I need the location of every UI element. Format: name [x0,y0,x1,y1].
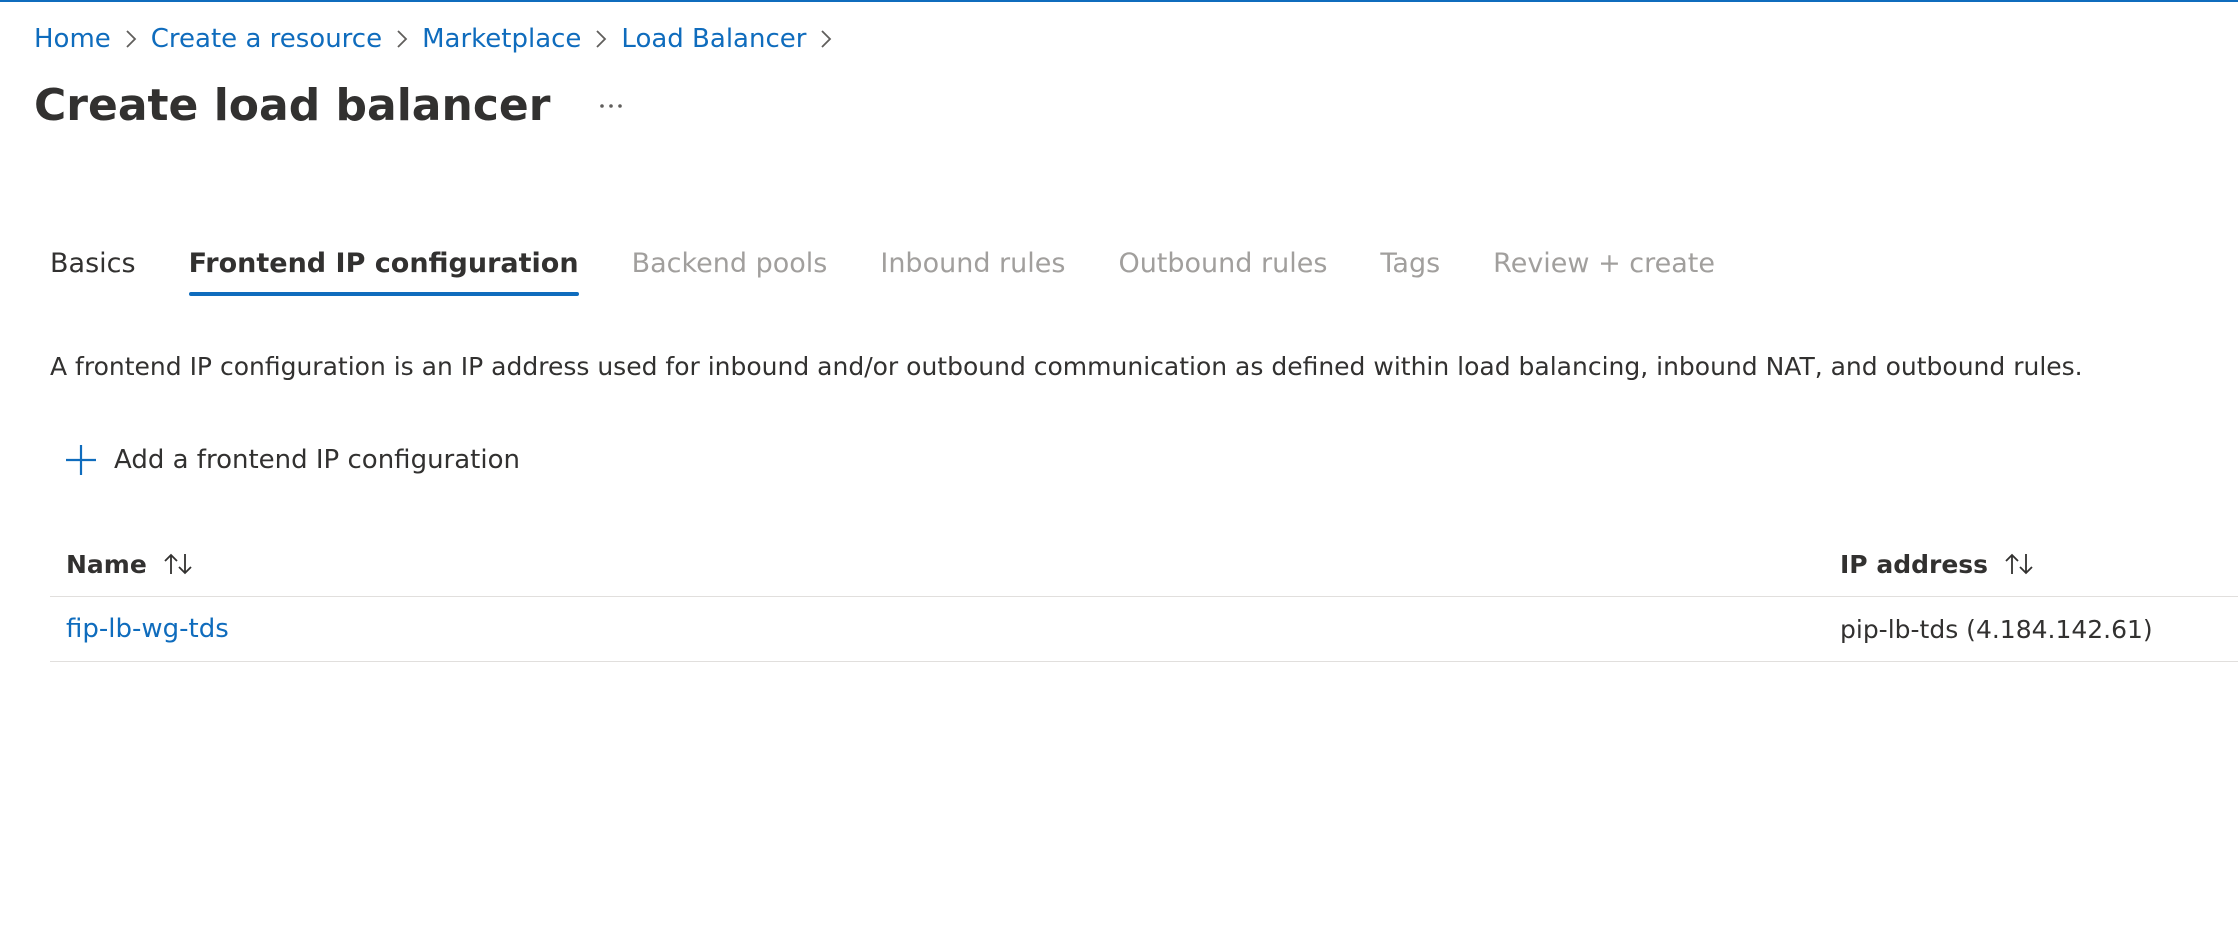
breadcrumb-load-balancer[interactable]: Load Balancer [621,22,806,56]
breadcrumb: Home Create a resource Marketplace Load … [34,22,846,56]
chevron-right-icon [382,22,422,56]
chevron-right-icon [581,22,621,56]
ip-address-value: pip-lb-tds (4.184.142.61) [1840,614,2153,644]
breadcrumb-marketplace[interactable]: Marketplace [422,22,581,56]
sort-arrows-icon[interactable] [161,550,197,578]
column-header-label: Name [66,549,147,579]
page-header: Create load balancer [34,78,626,134]
tab-backend-pools[interactable]: Backend pools [632,244,828,296]
top-accent-bar [0,0,2238,2]
ellipsis-icon[interactable] [596,91,626,121]
column-header-name[interactable]: Name [66,532,197,596]
breadcrumb-home[interactable]: Home [34,22,111,56]
tab-basics[interactable]: Basics [50,244,136,296]
cell-ip-address: pip-lb-tds (4.184.142.61) [1840,597,2153,661]
frontend-ip-table: Name IP address fip-lb-wg-tds pip-lb-tds… [50,532,2238,662]
add-frontend-ip-button[interactable]: Add a frontend IP configuration [64,442,520,478]
column-header-label: IP address [1840,549,1989,579]
tab-review-create[interactable]: Review + create [1493,244,1715,296]
tab-inbound-rules[interactable]: Inbound rules [880,244,1065,296]
table-row: fip-lb-wg-tds pip-lb-tds (4.184.142.61) [50,597,2238,662]
section-description: A frontend IP configuration is an IP add… [50,352,2083,381]
frontend-ip-name-link[interactable]: fip-lb-wg-tds [66,614,229,644]
tab-frontend-ip-configuration[interactable]: Frontend IP configuration [188,244,579,296]
tab-outbound-rules[interactable]: Outbound rules [1118,244,1327,296]
sort-arrows-icon[interactable] [2002,550,2038,578]
page-title: Create load balancer [34,80,551,131]
tab-tags[interactable]: Tags [1380,244,1440,296]
breadcrumb-create-a-resource[interactable]: Create a resource [151,22,382,56]
column-header-ip-address[interactable]: IP address [1840,532,2038,596]
wizard-tabs: Basics Frontend IP configuration Backend… [50,244,1768,296]
add-frontend-ip-label: Add a frontend IP configuration [114,445,520,475]
cell-name: fip-lb-wg-tds [66,597,229,661]
chevron-right-icon [111,22,151,56]
table-header: Name IP address [50,532,2238,597]
chevron-right-icon [806,22,846,56]
plus-icon [66,445,96,475]
